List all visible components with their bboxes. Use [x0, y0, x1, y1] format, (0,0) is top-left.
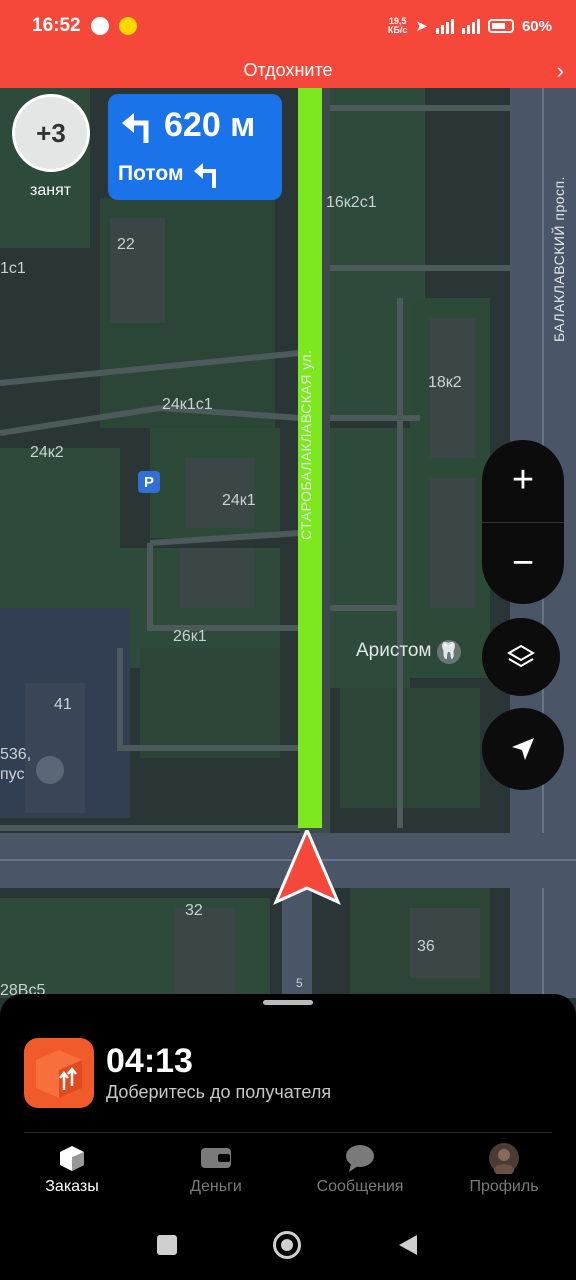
location-icon: ➤	[415, 18, 428, 35]
home-dot	[281, 1239, 293, 1251]
map-label: 41	[54, 696, 72, 713]
notification-icon	[118, 17, 137, 35]
street-label: СТАРОБАЛАКЛАВСКАЯ ул.	[298, 349, 314, 540]
map-label: 16к2с1	[326, 194, 377, 211]
layers-icon	[507, 644, 535, 668]
poi-aristom[interactable]: Аристом 🦷	[356, 640, 461, 664]
maneuver-distance-row: 620 м	[122, 106, 255, 145]
status-right: 19,5 КБ/с ➤ 60%	[387, 16, 552, 36]
signal-icon	[435, 18, 454, 34]
sheet-handle[interactable]	[263, 1000, 313, 1005]
chevron-right-icon: ›	[556, 58, 564, 83]
avatar	[488, 1143, 520, 1174]
speed-badge[interactable]: +3	[12, 94, 90, 172]
maneuver-panel[interactable]: 620 м Потом	[108, 94, 282, 200]
then-label: Потом	[118, 162, 184, 185]
back-button[interactable]	[397, 1233, 419, 1257]
navigation-arrow-icon	[512, 738, 534, 760]
map-label: пус	[0, 766, 25, 783]
avenue-label: БАЛАКЛАВСКИЙ просп.	[551, 175, 567, 342]
bottom-sheet[interactable]: 04:13 Доберитесь до получателя Заказы Де…	[0, 994, 576, 1280]
map-label: 18к2	[428, 374, 462, 391]
banner-text: Отдохните	[243, 59, 333, 80]
map-label: 26к1	[173, 628, 207, 645]
map-label: 36	[417, 938, 435, 955]
box-icon	[58, 1144, 86, 1172]
tab-orders[interactable]: Заказы	[0, 1144, 144, 1204]
order-box-icon	[24, 1038, 94, 1108]
parking-icon[interactable]: P	[138, 471, 160, 493]
status-left: 16:52	[32, 15, 137, 37]
home-button[interactable]	[273, 1231, 301, 1259]
map-label: 24к1с1	[162, 396, 213, 413]
tab-label: Деньги	[190, 1178, 242, 1195]
map-label: 22	[117, 236, 135, 253]
status-bar: 16:52 19,5 КБ/с ➤ 60%	[0, 0, 576, 52]
signal-icon-2	[461, 18, 480, 34]
then-turn-left-icon	[193, 163, 216, 188]
map-label: 24к1	[222, 492, 256, 509]
then-row: Потом	[118, 160, 220, 188]
recent-apps-button[interactable]	[157, 1235, 177, 1255]
battery-icon	[487, 19, 514, 33]
tab-label: Заказы	[45, 1178, 99, 1195]
poi-label: Аристом	[356, 640, 432, 661]
map-label: 24к2	[30, 444, 64, 461]
map-label: 5	[296, 976, 303, 990]
tab-label: Сообщения	[316, 1178, 404, 1195]
layers-button[interactable]	[482, 618, 560, 696]
turn-left-icon	[122, 112, 149, 143]
system-nav-bar	[0, 1220, 576, 1270]
tab-bar: Заказы Деньги Сообщения Профиль	[0, 1143, 576, 1204]
zoom-controls: + −	[482, 440, 564, 604]
order-eta: 04:13	[106, 1042, 193, 1080]
divider	[24, 1132, 552, 1133]
tab-profile[interactable]: Профиль	[432, 1143, 576, 1204]
map-label: 536,	[0, 746, 32, 763]
zoom-out-button[interactable]: −	[482, 523, 564, 605]
map-label: 32	[185, 902, 203, 919]
tab-label: Профиль	[469, 1178, 539, 1195]
map-label: 1с1	[0, 260, 26, 277]
vehicle-arrow-icon	[273, 830, 341, 905]
tab-money[interactable]: Деньги	[144, 1144, 288, 1204]
school-icon	[36, 756, 64, 784]
my-location-button[interactable]	[482, 708, 564, 790]
maneuver-distance: 620 м	[164, 106, 256, 144]
speed-caption: занят	[30, 182, 72, 199]
network-speed: 19,5 КБ/с	[387, 16, 408, 35]
order-subtitle: Доберитесь до получателя	[106, 1082, 332, 1102]
dentist-icon: 🦷	[436, 640, 461, 664]
wallet-icon	[200, 1144, 232, 1172]
chat-icon	[345, 1144, 375, 1172]
status-time: 16:52	[32, 15, 81, 36]
battery-level: 60%	[521, 17, 552, 35]
zoom-in-button[interactable]: +	[482, 440, 564, 522]
rest-banner[interactable]: Отдохните ›	[0, 52, 576, 88]
tab-messages[interactable]: Сообщения	[288, 1144, 432, 1204]
google-icon	[90, 17, 109, 35]
